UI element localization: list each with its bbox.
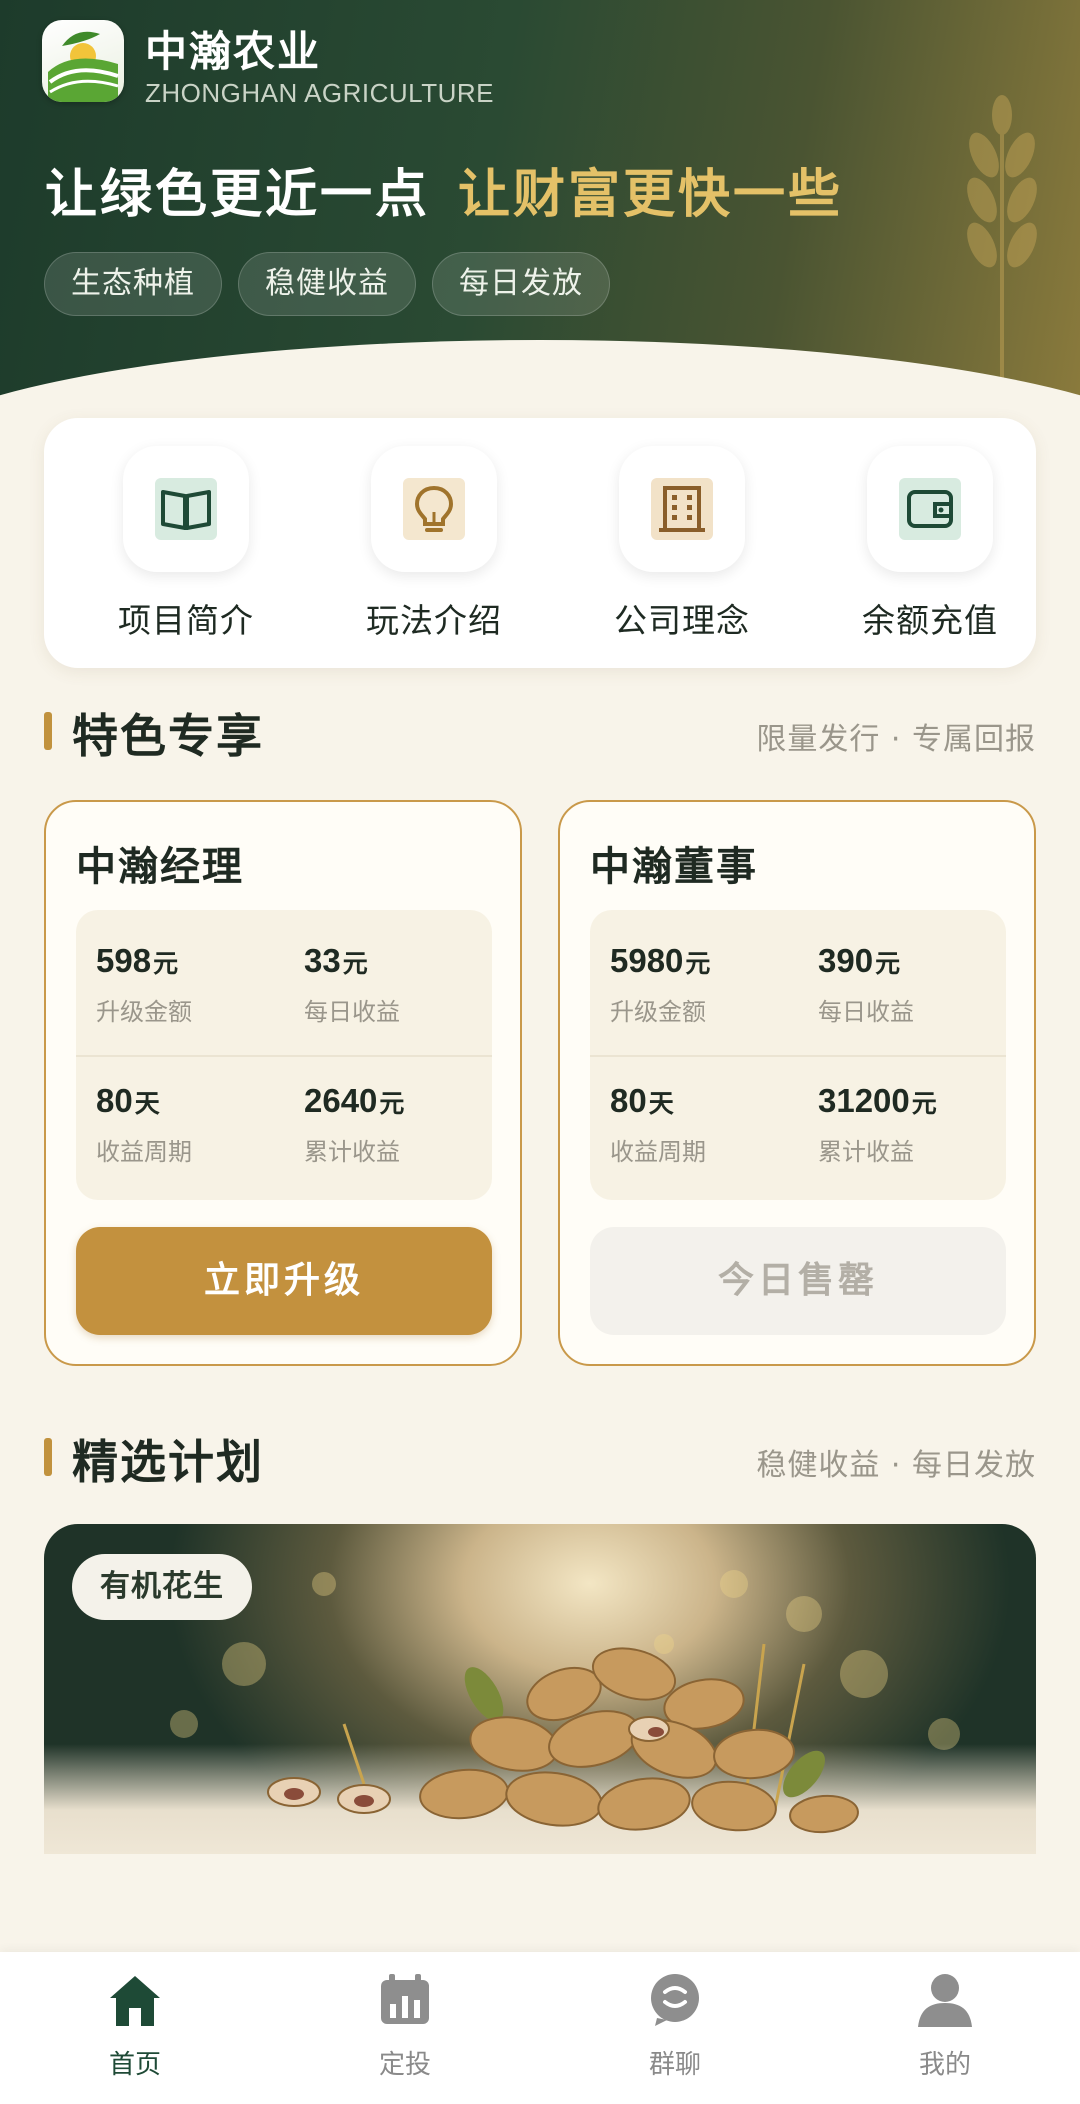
section-title: 特色专享 (72, 709, 264, 763)
calendar-chart-icon (375, 1970, 435, 2030)
banner-tag: 有机花生 (72, 1554, 252, 1620)
stat-daily-income: 390元 每日收益 (818, 942, 914, 1027)
app-logo (42, 20, 124, 102)
wheat-decoration-icon (967, 95, 1037, 385)
menu-item-recharge[interactable]: 余额充值 (850, 446, 1010, 642)
stat-period: 80天 收益周期 (96, 1082, 192, 1167)
chat-icon (645, 1970, 705, 2030)
stat-value: 598 (96, 942, 152, 979)
logo-leaf-icon (48, 31, 119, 102)
brand-name-en: ZHONGHAN AGRICULTURE (145, 78, 494, 108)
slogan-part2: 让财富更快一些 (458, 165, 844, 225)
upgrade-now-button[interactable]: 立即升级 (76, 1227, 492, 1335)
tab-home[interactable]: 首页 (75, 1970, 195, 2081)
stat-value: 390 (818, 942, 874, 979)
book-icon (155, 478, 217, 540)
tab-label: 首页 (108, 2050, 161, 2080)
slogan: 让绿色更近一点 让财富更快一些 (45, 152, 843, 227)
stat-value: 80 (96, 1082, 133, 1119)
home-icon (105, 1970, 165, 2030)
stat-label: 累计收益 (304, 1138, 400, 1166)
tab-mine[interactable]: 我的 (885, 1970, 1005, 2081)
stat-unit: 元 (153, 949, 179, 978)
stat-value: 33 (304, 942, 341, 979)
building-icon (651, 478, 713, 540)
stat-unit: 元 (875, 949, 901, 978)
plan-stats: 5980元 升级金额 390元 每日收益 80天 收益周期 31200元 累计收… (590, 910, 1006, 1200)
menu-item-gameplay[interactable]: 玩法介绍 (354, 446, 514, 642)
user-icon (915, 1970, 975, 2030)
stat-value: 5980 (610, 942, 684, 979)
stat-value: 31200 (818, 1082, 910, 1119)
feature-tags: 生态种植 稳健收益 每日发放 (44, 252, 610, 316)
stat-label: 升级金额 (96, 998, 192, 1026)
stat-label: 收益周期 (96, 1138, 192, 1166)
stat-value: 80 (610, 1082, 647, 1119)
tab-label: 我的 (918, 2050, 971, 2080)
stat-unit: 元 (685, 949, 711, 978)
stat-unit: 元 (379, 1089, 405, 1118)
menu-label: 余额充值 (862, 601, 998, 640)
stat-upgrade-amount: 598元 升级金额 (96, 942, 192, 1027)
section-accent-bar (44, 1438, 52, 1476)
stat-total-income: 2640元 累计收益 (304, 1082, 404, 1167)
sold-out-button[interactable]: 今日售罄 (590, 1227, 1006, 1335)
feature-tag: 每日发放 (432, 252, 610, 316)
stat-total-income: 31200元 累计收益 (818, 1082, 937, 1167)
feature-tag: 生态种植 (44, 252, 222, 316)
bottom-tab-bar: 首页 定投 群聊 我的 (0, 1952, 1080, 2104)
brand-name-cn: 中瀚农业 (145, 27, 322, 76)
plan-stats: 598元 升级金额 33元 每日收益 80天 收益周期 2640元 累计收益 (76, 910, 492, 1200)
hero-curve (0, 340, 1080, 400)
menu-item-company[interactable]: 公司理念 (602, 446, 762, 642)
section-subtitle: 稳健收益 · 每日发放 (756, 1448, 1036, 1483)
section-subtitle: 限量发行 · 专属回报 (756, 722, 1036, 757)
hero-header: 中瀚农业 ZHONGHAN AGRICULTURE 让绿色更近一点 让财富更快一些… (0, 0, 1080, 400)
stat-unit: 天 (134, 1089, 160, 1118)
tab-label: 定投 (378, 2050, 431, 2080)
menu-label: 项目简介 (118, 601, 254, 640)
stat-unit: 天 (648, 1089, 674, 1118)
peanut-plan-banner[interactable]: 有机花生 (44, 1524, 1036, 1854)
slogan-part1: 让绿色更近一点 (45, 165, 431, 225)
quick-menu: 项目简介 玩法介绍 公司理念 余额充值 (44, 418, 1036, 668)
selected-section-header: 精选计划 稳健收益 · 每日发放 (44, 1426, 1036, 1489)
plan-name: 中瀚经理 (76, 844, 244, 890)
plan-name: 中瀚董事 (590, 844, 758, 890)
menu-label: 公司理念 (614, 601, 750, 640)
tab-fixed-investment[interactable]: 定投 (345, 1970, 465, 2081)
plan-card-manager: 中瀚经理 598元 升级金额 33元 每日收益 80天 收益周期 2640元 累… (44, 800, 522, 1366)
stat-label: 升级金额 (610, 998, 706, 1026)
section-title: 精选计划 (72, 1435, 264, 1489)
menu-item-project-intro[interactable]: 项目简介 (106, 446, 266, 642)
stat-unit: 元 (342, 949, 368, 978)
menu-label: 玩法介绍 (366, 601, 502, 640)
stats-divider (76, 1055, 492, 1057)
stat-unit: 元 (911, 1089, 937, 1118)
tab-label: 群聊 (648, 2050, 701, 2080)
stat-daily-income: 33元 每日收益 (304, 942, 400, 1027)
feature-tag: 稳健收益 (238, 252, 416, 316)
tab-group-chat[interactable]: 群聊 (615, 1970, 735, 2081)
stat-value: 2640 (304, 1082, 378, 1119)
stat-period: 80天 收益周期 (610, 1082, 706, 1167)
stat-label: 累计收益 (818, 1138, 914, 1166)
wallet-icon (899, 478, 961, 540)
stat-label: 每日收益 (818, 998, 914, 1026)
featured-section-header: 特色专享 限量发行 · 专属回报 (44, 700, 1036, 763)
lightbulb-icon (403, 478, 465, 540)
stats-divider (590, 1055, 1006, 1057)
stat-upgrade-amount: 5980元 升级金额 (610, 942, 710, 1027)
stat-label: 收益周期 (610, 1138, 706, 1166)
stat-label: 每日收益 (304, 998, 400, 1026)
section-accent-bar (44, 712, 52, 750)
plan-card-director: 中瀚董事 5980元 升级金额 390元 每日收益 80天 收益周期 31200… (558, 800, 1036, 1366)
